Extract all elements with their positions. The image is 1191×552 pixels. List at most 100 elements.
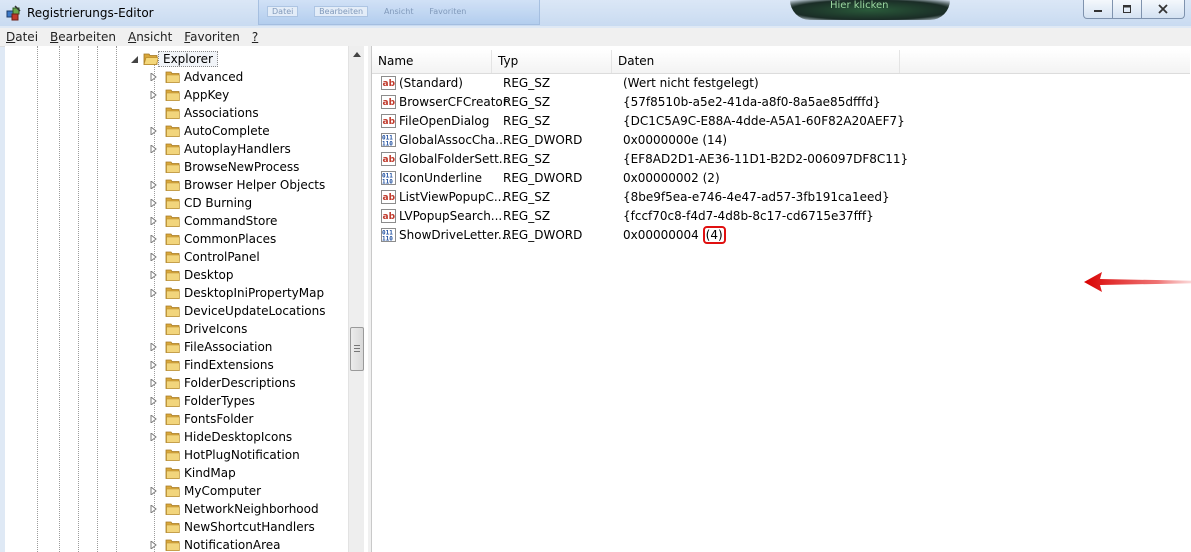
folder-icon bbox=[165, 539, 180, 551]
registry-tree[interactable]: Explorer Advanced AppKey Associations AutoC… bbox=[5, 46, 369, 552]
expand-arrow-icon[interactable] bbox=[150, 415, 158, 423]
value-row[interactable]: ab GlobalFolderSett... REG_SZ {EF8AD2D1-AE3… bbox=[372, 150, 1190, 169]
tree-item[interactable]: AutoComplete bbox=[5, 122, 345, 140]
tree-item[interactable]: FileAssociation bbox=[5, 338, 345, 356]
tree-item-label: Browser Helper Objects bbox=[184, 178, 326, 192]
tree-item[interactable]: DriveIcons bbox=[5, 320, 345, 338]
tree-item-label: NewShortcutHandlers bbox=[184, 520, 315, 534]
string-value-icon: ab bbox=[381, 190, 396, 204]
expand-arrow-icon[interactable] bbox=[150, 289, 158, 297]
expand-arrow-icon[interactable] bbox=[150, 127, 158, 135]
expand-arrow-icon[interactable] bbox=[150, 487, 158, 495]
value-row[interactable]: ab FileOpenDialog REG_SZ {DC1C5A9C-E88A-4dd… bbox=[372, 112, 1190, 131]
expand-arrow-icon[interactable] bbox=[150, 361, 158, 369]
background-tab: Ansicht bbox=[383, 7, 414, 16]
tree-item[interactable]: CommonPlaces bbox=[5, 230, 345, 248]
menu-datei[interactable]: Datei bbox=[0, 30, 44, 44]
tree-item[interactable]: MyComputer bbox=[5, 482, 345, 500]
value-row[interactable]: 011 110 ShowDriveLetter... REG_DWORD 0x00000… bbox=[372, 226, 1190, 245]
expand-arrow-icon[interactable] bbox=[150, 379, 158, 387]
folder-icon bbox=[165, 107, 180, 119]
tree-item[interactable]: Associations bbox=[5, 104, 345, 122]
string-value-icon: ab bbox=[381, 152, 396, 166]
expand-arrow-icon[interactable] bbox=[150, 433, 158, 441]
value-row[interactable]: 011 110 IconUnderline REG_DWORD 0x00000002 (… bbox=[372, 169, 1190, 188]
expand-arrow-icon[interactable] bbox=[150, 181, 158, 189]
expand-arrow-icon[interactable] bbox=[150, 199, 158, 207]
expand-arrow-icon[interactable] bbox=[150, 145, 158, 153]
folder-icon bbox=[165, 503, 180, 515]
tree-item[interactable]: CommandStore bbox=[5, 212, 345, 230]
values-list[interactable]: Name Typ Daten ab (Standard) REG_SZ (Wert n… bbox=[371, 46, 1191, 552]
value-row[interactable]: 011 110 GlobalAssocCha... REG_DWORD 0x000000… bbox=[372, 131, 1190, 150]
tree-item[interactable]: FontsFolder bbox=[5, 410, 345, 428]
scroll-thumb[interactable] bbox=[350, 327, 364, 371]
string-value-icon: ab bbox=[381, 114, 396, 128]
expand-arrow-icon[interactable] bbox=[150, 541, 158, 549]
column-header-data[interactable]: Daten bbox=[612, 50, 900, 73]
value-data: 0x0000000e (14) bbox=[623, 133, 728, 147]
tree-scrollbar[interactable] bbox=[348, 46, 364, 552]
tree-item[interactable]: AppKey bbox=[5, 86, 345, 104]
tree-item[interactable]: AutoplayHandlers bbox=[5, 140, 345, 158]
tree-item[interactable]: FindExtensions bbox=[5, 356, 345, 374]
tree-item[interactable]: NetworkNeighborhood bbox=[5, 500, 345, 518]
expand-arrow-icon[interactable] bbox=[150, 397, 158, 405]
close-button[interactable] bbox=[1141, 0, 1185, 19]
expand-arrow-icon[interactable] bbox=[150, 253, 158, 261]
folder-icon bbox=[165, 161, 180, 173]
svg-text:ab: ab bbox=[383, 117, 396, 127]
open-folder-icon bbox=[143, 53, 159, 65]
tree-item[interactable]: Advanced bbox=[5, 68, 345, 86]
expand-arrow-icon[interactable] bbox=[150, 343, 158, 351]
tree-item[interactable]: KindMap bbox=[5, 464, 345, 482]
menu-ansicht[interactable]: Ansicht bbox=[122, 30, 178, 44]
expand-arrow-icon[interactable] bbox=[150, 217, 158, 225]
tree-item[interactable]: DeviceUpdateLocations bbox=[5, 302, 345, 320]
tree-item[interactable]: CD Burning bbox=[5, 194, 345, 212]
tree-item[interactable]: Browser Helper Objects bbox=[5, 176, 345, 194]
tree-item-label: CD Burning bbox=[184, 196, 253, 210]
value-data: {fccf70c8-f4d7-4d8b-8c17-cd6715e37fff} bbox=[623, 209, 874, 223]
tree-item[interactable]: NewShortcutHandlers bbox=[5, 518, 345, 536]
tree-item-label: DeviceUpdateLocations bbox=[184, 304, 326, 318]
svg-text:ab: ab bbox=[383, 193, 396, 203]
value-name: FileOpenDialog bbox=[399, 114, 490, 128]
menu-help[interactable]: ? bbox=[246, 30, 264, 44]
minimize-button[interactable] bbox=[1083, 0, 1113, 19]
value-row[interactable]: ab LVPopupSearch... REG_SZ {fccf70c8-f4d7-4… bbox=[372, 207, 1190, 226]
menu-favoriten[interactable]: Favoriten bbox=[178, 30, 246, 44]
column-header-type[interactable]: Typ bbox=[492, 50, 612, 73]
tree-item[interactable]: BrowseNewProcess bbox=[5, 158, 345, 176]
tree-item-label: HideDesktopIcons bbox=[184, 430, 293, 444]
title-bar: Datei Bearbeiten Ansicht Favoriten Hier … bbox=[0, 0, 1191, 26]
column-header-name[interactable]: Name bbox=[372, 50, 492, 73]
value-row[interactable]: ab ListViewPopupC... REG_SZ {8be9f5ea-e746-… bbox=[372, 188, 1190, 207]
expand-arrow-icon[interactable] bbox=[150, 91, 158, 99]
tree-item[interactable]: ControlPanel bbox=[5, 248, 345, 266]
expand-arrow-icon[interactable] bbox=[150, 235, 158, 243]
tree-item[interactable]: NotificationArea bbox=[5, 536, 345, 552]
folder-icon bbox=[165, 233, 180, 245]
tree-item-label: KindMap bbox=[184, 466, 236, 480]
expand-arrow-icon[interactable] bbox=[150, 271, 158, 279]
tree-item-label: AppKey bbox=[184, 88, 230, 102]
background-tab: Favoriten bbox=[429, 7, 467, 16]
menu-bearbeiten[interactable]: Bearbeiten bbox=[44, 30, 122, 44]
tree-item-label: NotificationArea bbox=[184, 538, 281, 552]
tree-item[interactable]: Desktop bbox=[5, 266, 345, 284]
value-row[interactable]: ab BrowserCFCreator REG_SZ {57f8510b-a5e2-4… bbox=[372, 93, 1190, 112]
background-tab: Bearbeiten bbox=[314, 6, 369, 17]
expand-arrow-icon[interactable] bbox=[150, 505, 158, 513]
scroll-up-button[interactable] bbox=[349, 46, 364, 63]
tree-item[interactable]: DesktopIniPropertyMap bbox=[5, 284, 345, 302]
tree-item[interactable]: FolderDescriptions bbox=[5, 374, 345, 392]
value-data: (Wert nicht festgelegt) bbox=[623, 76, 759, 90]
expand-arrow-icon[interactable] bbox=[150, 73, 158, 81]
tree-item[interactable]: FolderTypes bbox=[5, 392, 345, 410]
tree-item[interactable]: HideDesktopIcons bbox=[5, 428, 345, 446]
tree-item[interactable]: HotPlugNotification bbox=[5, 446, 345, 464]
maximize-button[interactable] bbox=[1112, 0, 1142, 19]
value-row[interactable]: ab (Standard) REG_SZ (Wert nicht festgelegt… bbox=[372, 74, 1190, 93]
tree-item-explorer[interactable]: Explorer bbox=[5, 50, 353, 68]
